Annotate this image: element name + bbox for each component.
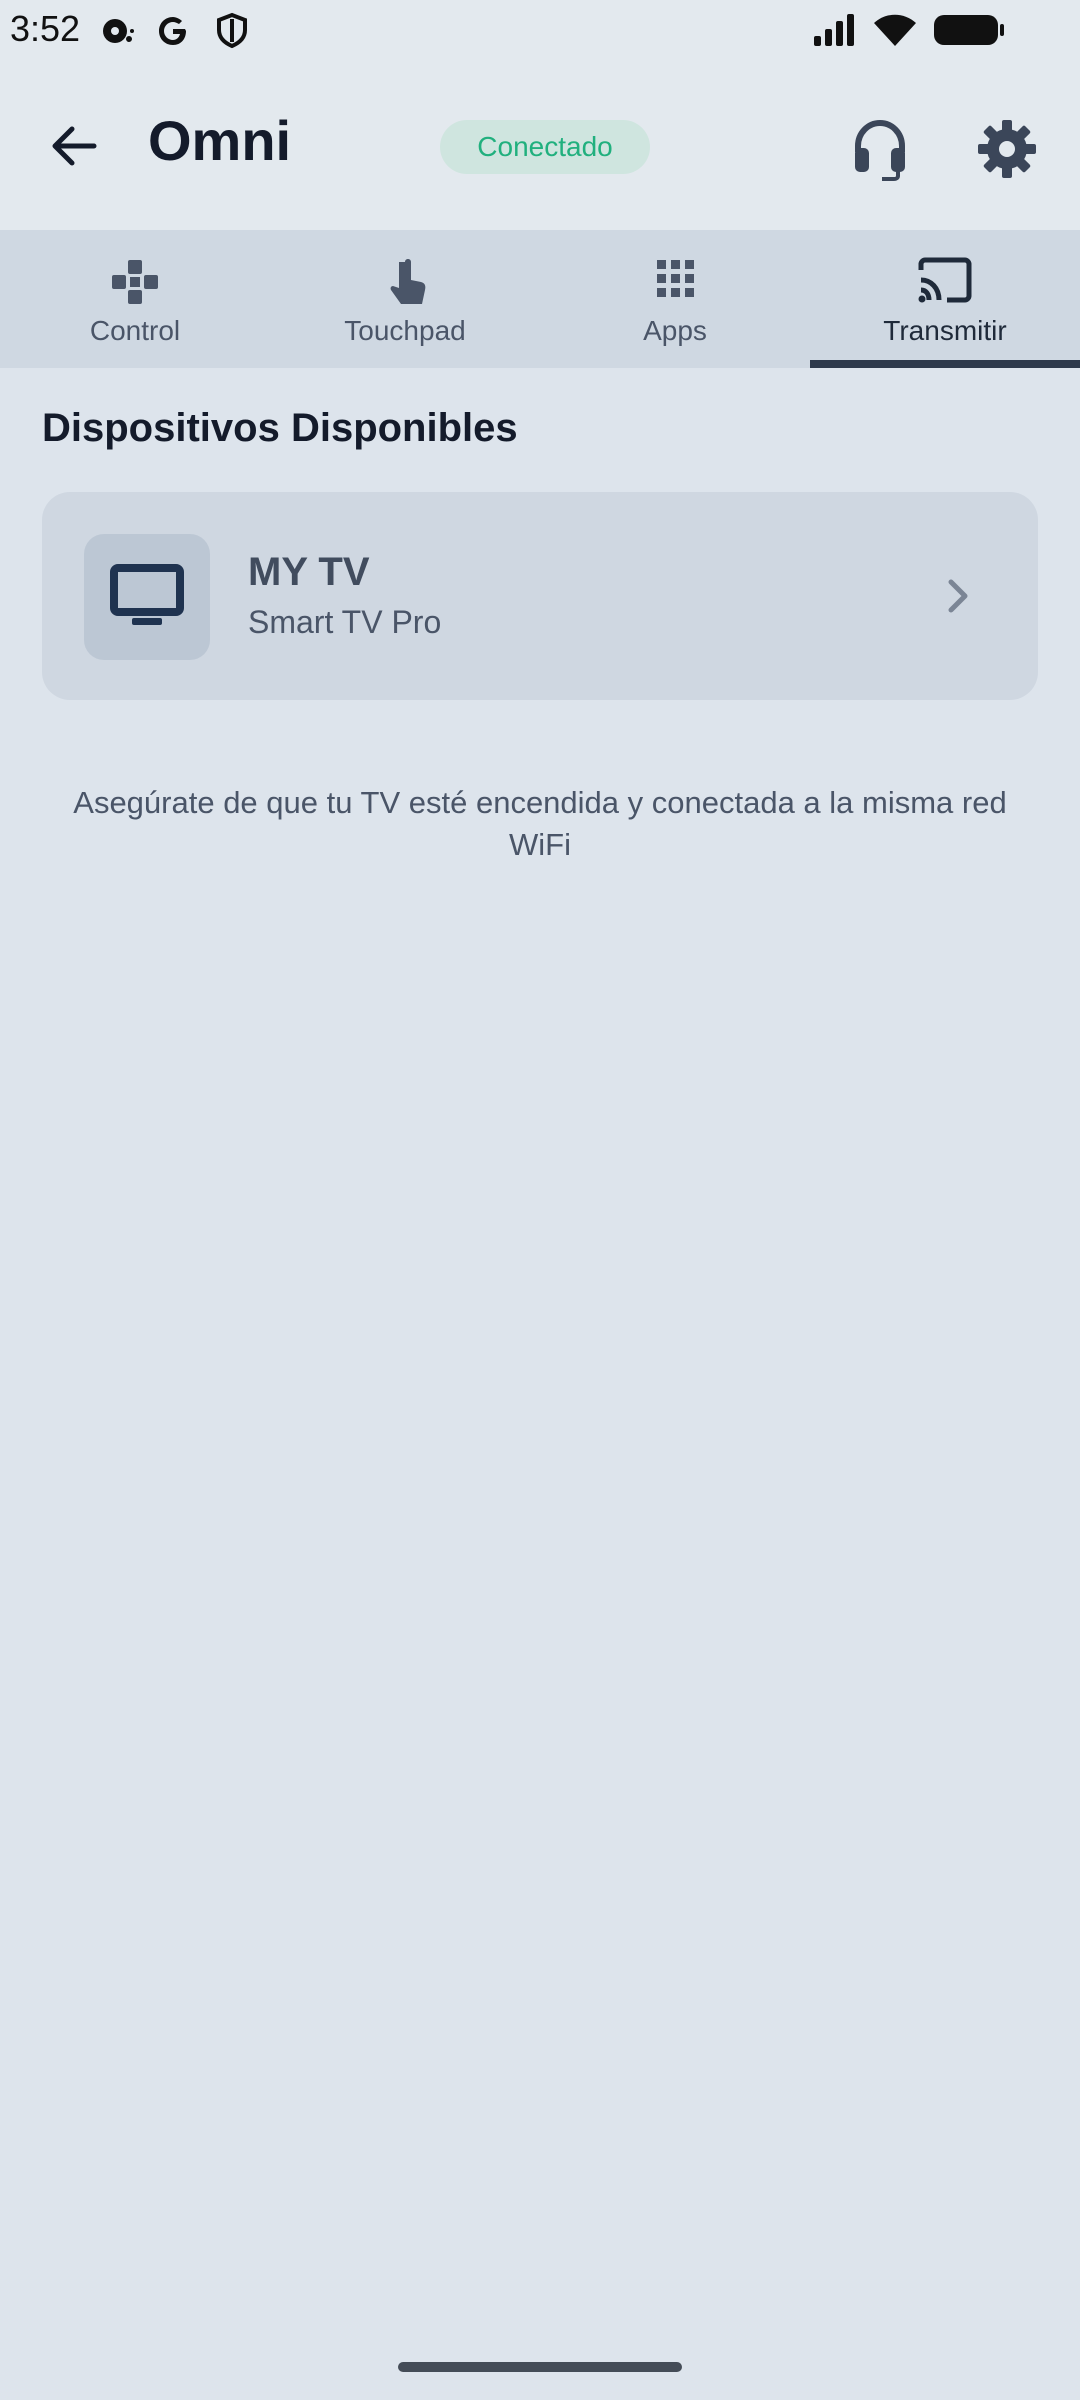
status-badge: Conectado	[440, 120, 650, 174]
signal-icon	[814, 14, 854, 46]
active-tab-indicator	[810, 360, 1080, 368]
grid-icon	[657, 260, 694, 297]
tab-control[interactable]: Control	[0, 230, 270, 368]
app-bar: Omni Conectado	[0, 62, 1080, 230]
tab-bar: Control Touchpad Apps Transmitir	[0, 230, 1080, 368]
gamepad-icon	[112, 260, 158, 304]
section-title: Dispositivos Disponibles	[42, 406, 518, 450]
tab-label: Transmitir	[883, 315, 1007, 346]
tab-touchpad[interactable]: Touchpad	[270, 230, 540, 368]
touch-icon	[390, 259, 426, 304]
chevron-right-icon	[948, 579, 968, 613]
tab-transmitir[interactable]: Transmitir	[810, 230, 1080, 368]
device-name: MY TV	[248, 550, 370, 594]
tab-apps[interactable]: Apps	[540, 230, 810, 368]
tab-label: Control	[89, 315, 181, 346]
shield-icon	[217, 12, 247, 49]
battery-icon	[934, 15, 1004, 45]
media-icon	[103, 19, 134, 43]
arrow-back-icon[interactable]	[44, 116, 104, 176]
connection-hint: Asegúrate de que tu TV esté encendida y …	[73, 785, 1007, 862]
wifi-icon	[874, 14, 916, 46]
status-time: 3:52	[10, 8, 81, 49]
device-model: Smart TV Pro	[248, 604, 442, 640]
device-icon-container	[84, 534, 210, 660]
page-title: Omni	[148, 109, 292, 172]
gear-icon[interactable]	[976, 118, 1038, 180]
cast-icon	[918, 257, 972, 303]
google-icon	[159, 17, 186, 45]
status-bar: 3:52	[0, 0, 1080, 62]
headset-icon[interactable]	[850, 116, 910, 182]
tab-label: Touchpad	[344, 315, 466, 346]
tab-label: Apps	[643, 315, 707, 346]
device-card[interactable]: MY TV Smart TV Pro	[42, 492, 1038, 700]
tv-icon	[110, 564, 184, 625]
home-indicator[interactable]	[398, 2362, 682, 2372]
